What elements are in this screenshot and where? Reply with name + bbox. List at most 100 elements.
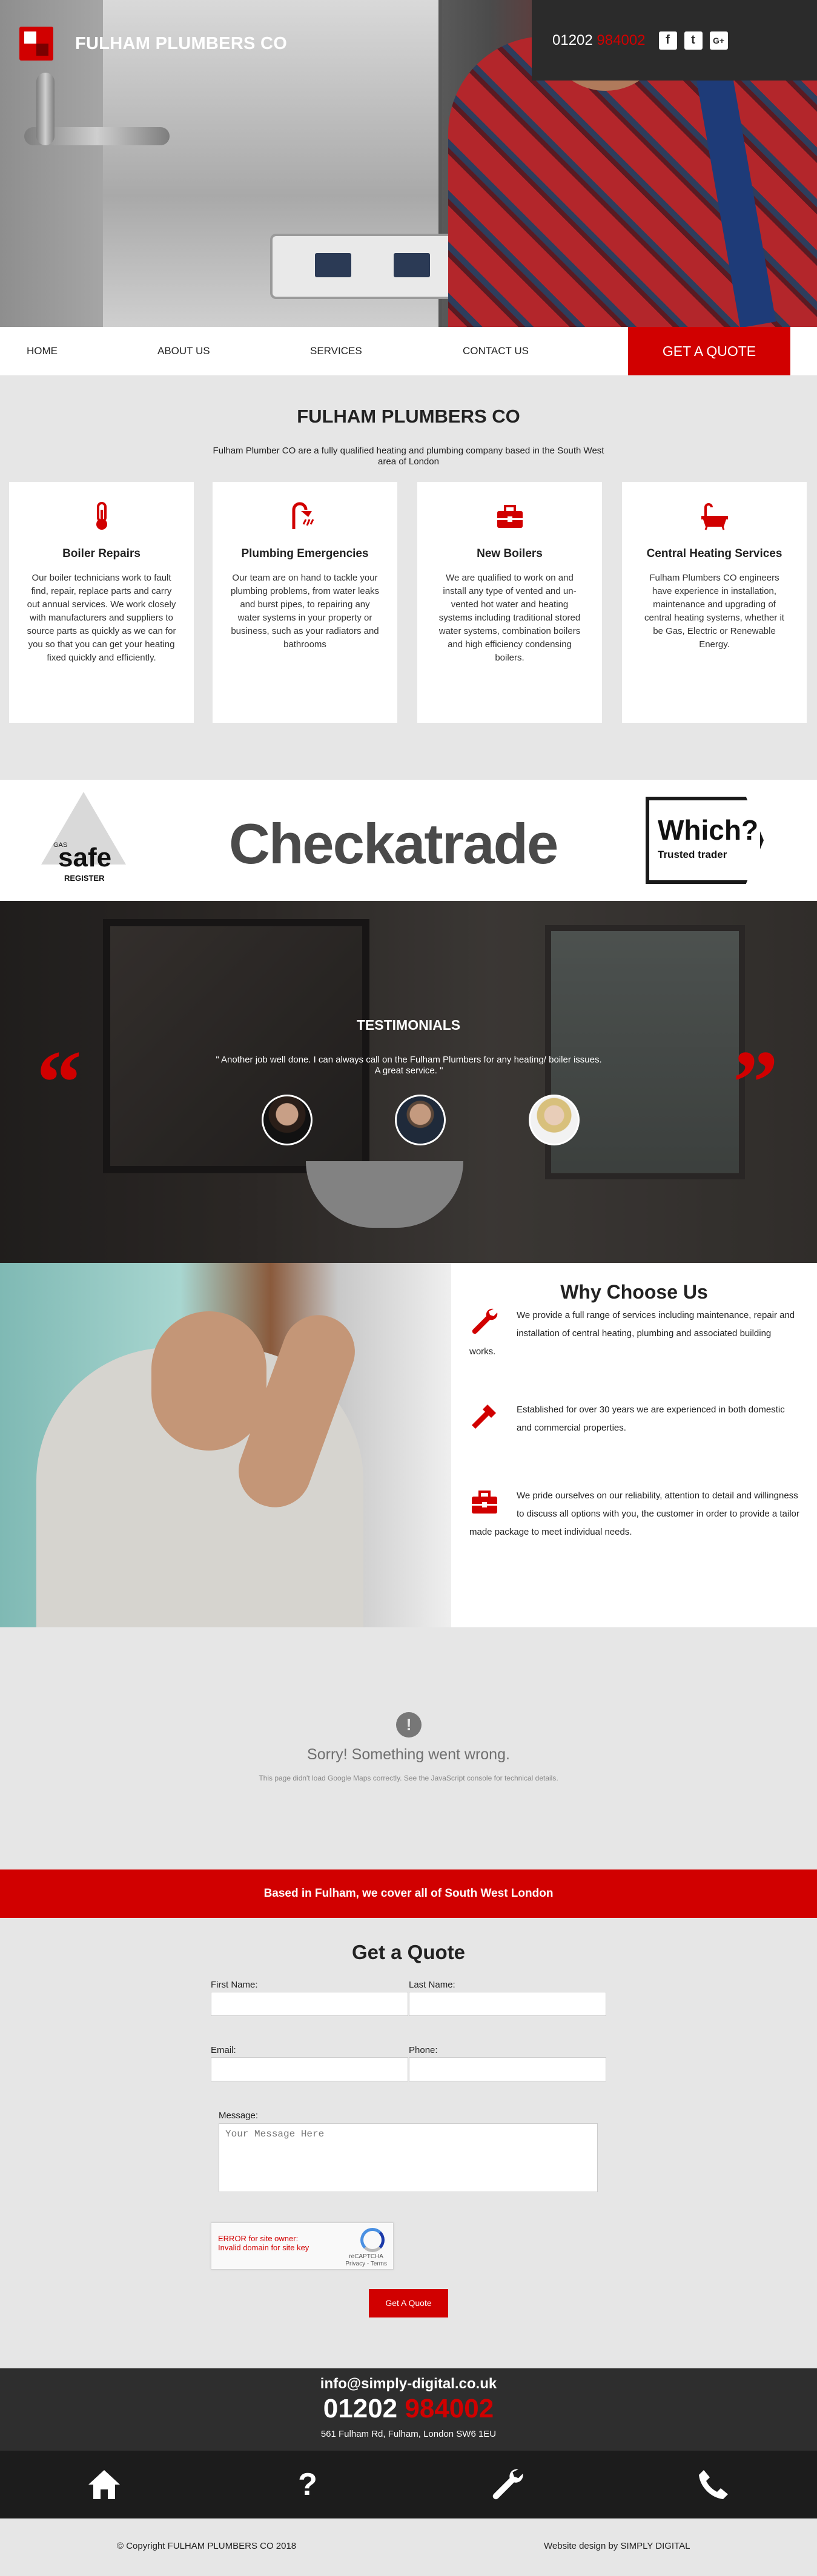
toolbox-icon — [469, 1487, 500, 1517]
brand-name: FULHAM PLUMBERS CO — [75, 33, 288, 53]
get-a-quote-button[interactable]: GET A QUOTE — [628, 327, 790, 375]
header-phone-suffix: 984002 — [597, 31, 646, 48]
message-field[interactable] — [219, 2123, 598, 2192]
logo-icon — [19, 27, 53, 61]
main-nav: HOME ABOUT US SERVICES CONTACT US GET A … — [0, 327, 817, 375]
question-icon[interactable]: ? — [289, 2466, 326, 2503]
recaptcha-icon — [360, 2228, 385, 2252]
bathtub-icon — [700, 501, 730, 532]
copyright-bar: © Copyright FULHAM PLUMBERS CO 2018 Webs… — [0, 2518, 817, 2576]
which-trusted-trader-logo: Which? Trusted trader — [646, 797, 764, 884]
message-label: Message: — [219, 2110, 259, 2121]
shower-icon — [290, 501, 320, 532]
google-plus-icon[interactable]: G+ — [709, 31, 728, 50]
recaptcha-error: ERROR for site owner: Invalid domain for… — [218, 2234, 309, 2252]
first-name-field[interactable] — [211, 1992, 408, 2016]
service-title: Plumbing Emergencies — [241, 547, 369, 560]
why-item-text: We pride ourselves on our reliability, a… — [469, 1491, 799, 1537]
recaptcha-name: reCAPTCHA — [349, 2253, 383, 2260]
recaptcha-widget[interactable]: ERROR for site owner: Invalid domain for… — [211, 2222, 394, 2270]
map-error-title: Sorry! Something went wrong. — [307, 1746, 510, 1763]
testimonials-title: TESTIMONIALS — [356, 1017, 461, 1033]
copyright-text: © Copyright FULHAM PLUMBERS CO 2018 — [117, 2541, 297, 2551]
footer-phone-suffix: 984002 — [405, 2394, 494, 2423]
nav-contact-us[interactable]: CONTACT US — [463, 345, 529, 357]
footer-phone[interactable]: 01202 984002 — [0, 2394, 817, 2424]
why-item: We provide a full range of services incl… — [469, 1306, 799, 1361]
pipe-wrench-icon — [469, 1401, 500, 1431]
phone-field[interactable] — [409, 2057, 606, 2081]
recaptcha-brand: reCAPTCHA Privacy - Terms — [345, 2253, 387, 2268]
nav-about-us[interactable]: ABOUT US — [157, 345, 210, 357]
footer-address: 561 Fulham Rd, Fulham, London SW6 1EU — [320, 2429, 497, 2439]
recaptcha-links[interactable]: Privacy - Terms — [345, 2261, 387, 2268]
footer-icon-bar: ? — [0, 2451, 817, 2518]
hero-photo-display — [315, 253, 351, 277]
checkatrade-logo: Checkatrade — [229, 812, 558, 875]
phone-label: Phone: — [409, 2045, 438, 2055]
service-card: Central Heating Services Fulham Plumbers… — [622, 482, 807, 723]
close-quote-icon[interactable]: ” — [733, 1037, 778, 1128]
phone-icon[interactable] — [695, 2466, 732, 2503]
email-label: Email: — [211, 2045, 236, 2055]
gas-safe-word: safe — [58, 843, 112, 872]
map-section[interactable]: ! Sorry! Something went wrong. This page… — [0, 1627, 817, 1869]
service-title: New Boilers — [477, 547, 543, 560]
thermometer-icon — [87, 501, 117, 532]
hero-photo-display — [394, 253, 430, 277]
testimonial-quote: " Another job well done. I can always ca… — [216, 1055, 602, 1076]
why-photo-worker-head — [151, 1311, 266, 1451]
avatar[interactable] — [529, 1095, 580, 1145]
avatar[interactable] — [395, 1095, 446, 1145]
service-card: Boiler Repairs Our boiler technicians wo… — [9, 482, 194, 723]
twitter-icon[interactable]: t — [684, 31, 703, 50]
service-title: Boiler Repairs — [62, 547, 141, 560]
intro-text: Fulham Plumber CO are a fully qualified … — [213, 446, 604, 467]
wrench-icon[interactable] — [489, 2466, 526, 2503]
why-photo — [0, 1263, 451, 1627]
first-name-label: First Name: — [211, 1980, 258, 1990]
service-text: We are qualified to work on and install … — [438, 573, 581, 663]
last-name-field[interactable] — [409, 1992, 606, 2016]
footer-email[interactable]: info@simply-digital.co.uk — [0, 2376, 817, 2393]
which-title: Which? — [658, 814, 759, 846]
why-choose-us-section: Why Choose Us We provide a full range of… — [0, 1263, 817, 1627]
why-item-text: Established for over 30 years we are exp… — [517, 1405, 785, 1433]
service-card: Plumbing Emergencies Our team are on han… — [213, 482, 397, 723]
error-icon: ! — [396, 1712, 422, 1738]
wrench-icon — [469, 1306, 500, 1337]
designer-credit[interactable]: Website design by SIMPLY DIGITAL — [544, 2541, 690, 2551]
recaptcha-error-line: ERROR for site owner: — [218, 2234, 299, 2243]
recaptcha-error-line: Invalid domain for site key — [218, 2243, 309, 2252]
nav-home[interactable]: HOME — [27, 345, 58, 357]
submit-quote-button[interactable]: Get A Quote — [369, 2289, 448, 2317]
social-links: f t G+ — [658, 31, 728, 50]
hero-photo-pipe — [36, 73, 55, 145]
open-quote-icon[interactable]: “ — [36, 1037, 82, 1128]
header-phone-prefix: 01202 — [552, 31, 593, 48]
footer-phone-prefix: 01202 — [323, 2394, 398, 2423]
hero-photo-panel — [273, 236, 472, 297]
why-content: Why Choose Us We provide a full range of… — [451, 1263, 817, 1627]
nav-services[interactable]: SERVICES — [310, 345, 362, 357]
toolbox-icon — [495, 501, 525, 532]
hero-banner: FULHAM PLUMBERS CO 01202 984002 f t G+ — [0, 0, 817, 327]
map-error-detail: This page didn't load Google Maps correc… — [259, 1774, 558, 1782]
home-icon[interactable] — [86, 2466, 122, 2503]
why-item-text: We provide a full range of services incl… — [469, 1310, 795, 1357]
service-card: New Boilers We are qualified to work on … — [417, 482, 602, 723]
which-subtitle: Trusted trader — [658, 849, 727, 860]
accreditation-logos: GAS safe REGISTER Checkatrade Which? Tru… — [0, 780, 817, 901]
testimonials-section: TESTIMONIALS " Another job well done. I … — [0, 901, 817, 1263]
last-name-label: Last Name: — [409, 1980, 455, 1990]
coverage-banner: Based in Fulham, we cover all of South W… — [0, 1869, 817, 1918]
form-title: Get a Quote — [351, 1941, 466, 1963]
brand[interactable]: FULHAM PLUMBERS CO — [19, 27, 287, 61]
header-phone[interactable]: 01202 984002 — [552, 32, 646, 49]
quote-form-section: Get a Quote First Name: Last Name: Email… — [0, 1918, 817, 2368]
header-contact-box: 01202 984002 f t G+ — [532, 0, 817, 81]
email-field[interactable] — [211, 2057, 408, 2081]
footer-contact: info@simply-digital.co.uk 01202 984002 5… — [0, 2368, 817, 2451]
facebook-icon[interactable]: f — [658, 31, 677, 50]
avatar[interactable] — [262, 1095, 313, 1145]
